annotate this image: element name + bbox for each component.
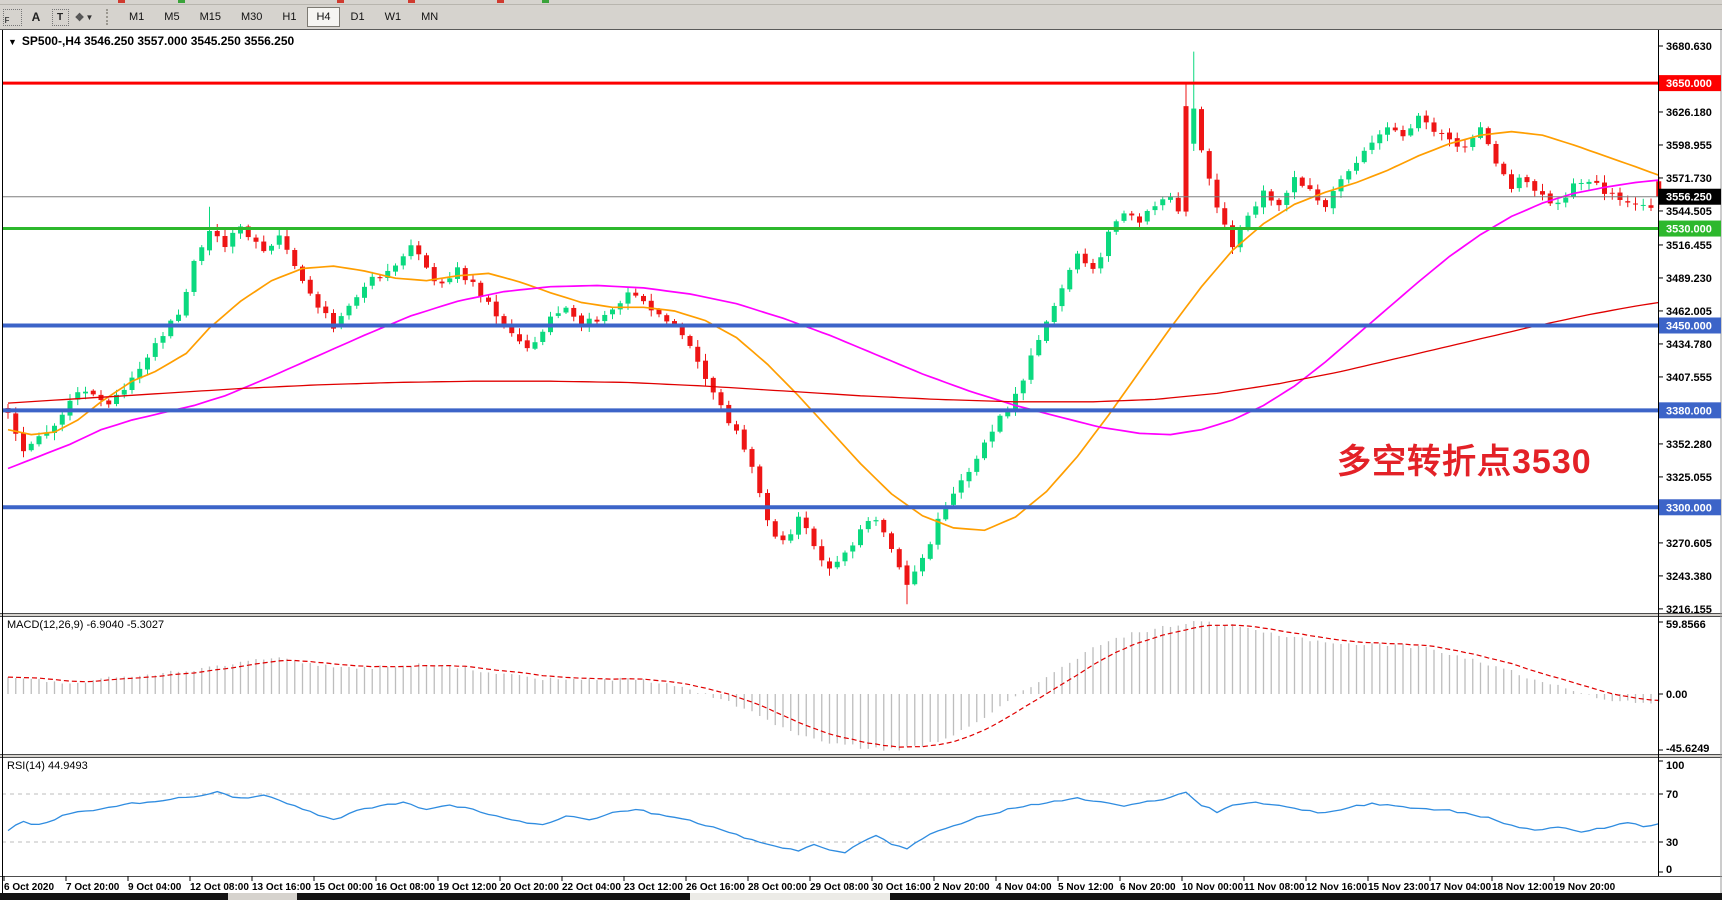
svg-text:6 Oct 2020: 6 Oct 2020	[4, 882, 54, 893]
svg-text:3462.005: 3462.005	[1666, 306, 1712, 318]
bottom-strip-gap	[228, 893, 297, 900]
svg-text:26 Oct 16:00: 26 Oct 16:00	[686, 882, 745, 893]
svg-text:18 Nov 12:00: 18 Nov 12:00	[1492, 882, 1554, 893]
svg-text:6 Nov 20:00: 6 Nov 20:00	[1120, 882, 1176, 893]
svg-text:3380.000: 3380.000	[1666, 405, 1712, 417]
svg-text:10 Nov 00:00: 10 Nov 00:00	[1182, 882, 1244, 893]
svg-text:3243.380: 3243.380	[1666, 571, 1712, 583]
svg-text:3300.000: 3300.000	[1666, 502, 1712, 514]
svg-text:3450.000: 3450.000	[1666, 320, 1712, 332]
rsi-panel: 100 70 30 0	[2, 760, 1684, 876]
svg-text:3489.230: 3489.230	[1666, 273, 1712, 285]
svg-text:0.00: 0.00	[1666, 689, 1687, 701]
svg-text:11 Nov 08:00: 11 Nov 08:00	[1244, 882, 1305, 893]
svg-text:3325.055: 3325.055	[1666, 472, 1712, 484]
time-axis[interactable]: 6 Oct 2020 7 Oct 20:00 9 Oct 04:00 12 Oct 0…	[4, 876, 1616, 893]
svg-text:3680.630: 3680.630	[1666, 41, 1712, 53]
svg-text:29 Oct 08:00: 29 Oct 08:00	[810, 882, 869, 893]
timeframe-button-mn[interactable]: MN	[412, 7, 447, 27]
svg-text:3270.605: 3270.605	[1666, 538, 1712, 550]
svg-text:22 Oct 04:00: 22 Oct 04:00	[562, 882, 621, 893]
timeframe-button-m5[interactable]: M5	[155, 7, 188, 27]
svg-text:3530.000: 3530.000	[1666, 224, 1712, 236]
svg-text:3598.955: 3598.955	[1666, 140, 1712, 152]
rsi-indicator-label: RSI(14) 44.9493	[7, 760, 88, 772]
chinese-annotation-text[interactable]: 多空转折点3530	[1337, 434, 1592, 483]
svg-text:100: 100	[1666, 760, 1684, 772]
svg-text:3516.455: 3516.455	[1666, 240, 1712, 252]
arrows-tool-icon[interactable]: ❖ ▼	[73, 7, 95, 27]
text-tool-icon[interactable]: A	[25, 7, 47, 27]
price-axis[interactable]: 3680.630 3626.180 3598.955 3571.730 3544.505…	[1658, 41, 1721, 616]
text-label-glyph: T	[52, 9, 69, 26]
cutoff-bottom-strip	[0, 893, 1722, 900]
svg-text:5 Nov 12:00: 5 Nov 12:00	[1058, 882, 1114, 893]
svg-text:16 Oct 08:00: 16 Oct 08:00	[376, 882, 435, 893]
arrows-tool-glyph: ❖	[75, 11, 85, 24]
svg-text:28 Oct 00:00: 28 Oct 00:00	[748, 882, 807, 893]
svg-text:3434.780: 3434.780	[1666, 339, 1712, 351]
svg-text:15 Nov 23:00: 15 Nov 23:00	[1368, 882, 1430, 893]
bottom-strip-tab	[690, 893, 890, 900]
svg-text:17 Nov 04:00: 17 Nov 04:00	[1430, 882, 1492, 893]
svg-text:15 Oct 00:00: 15 Oct 00:00	[314, 882, 373, 893]
timeframe-button-m30[interactable]: M30	[232, 7, 271, 27]
rsi-line	[8, 792, 1659, 853]
svg-text:3650.000: 3650.000	[1666, 78, 1712, 90]
macd-indicator-label: MACD(12,26,9) -6.9040 -5.3027	[7, 619, 164, 631]
fibonacci-tool-icon[interactable]: F	[1, 7, 23, 27]
svg-text:12 Nov 16:00: 12 Nov 16:00	[1306, 882, 1368, 893]
chart-title: ▼ SP500-,H4 3546.250 3557.000 3545.250 35…	[8, 34, 294, 48]
toolbar-grip[interactable]	[106, 9, 111, 25]
chevron-down-icon[interactable]: ▼	[85, 13, 93, 22]
svg-text:3556.250: 3556.250	[1666, 192, 1712, 204]
svg-text:0: 0	[1666, 864, 1672, 876]
svg-text:7 Oct 20:00: 7 Oct 20:00	[66, 882, 120, 893]
svg-text:19 Oct 12:00: 19 Oct 12:00	[438, 882, 497, 893]
svg-text:3216.155: 3216.155	[1666, 604, 1712, 616]
svg-text:-45.6249: -45.6249	[1666, 743, 1709, 755]
timeframe-button-m15[interactable]: M15	[191, 7, 230, 27]
timeframe-button-group: M1M5M15M30H1H4D1W1MN	[119, 7, 448, 27]
text-label-tool-icon[interactable]: T	[49, 7, 71, 27]
svg-text:3626.180: 3626.180	[1666, 107, 1712, 119]
svg-text:19 Nov 20:00: 19 Nov 20:00	[1554, 882, 1616, 893]
timeframe-button-h4[interactable]: H4	[307, 7, 339, 27]
svg-text:4 Nov 04:00: 4 Nov 04:00	[996, 882, 1052, 893]
toolbar: F A T ❖ ▼ M1M5M15M30H1H4D1W1MN	[0, 5, 1722, 30]
svg-text:13 Oct 16:00: 13 Oct 16:00	[252, 882, 311, 893]
chart-title-text: SP500-,H4 3546.250 3557.000 3545.250 355…	[22, 34, 294, 48]
timeframe-button-m1[interactable]: M1	[120, 7, 153, 27]
timeframe-button-w1[interactable]: W1	[376, 7, 411, 27]
chart-window: 59.8566 0.00 -45.6249 100 70 30 0 3680.630 3626.…	[0, 29, 1722, 894]
candlesticks	[6, 52, 1662, 605]
timeframe-button-d1[interactable]: D1	[342, 7, 374, 27]
svg-text:3407.555: 3407.555	[1666, 372, 1712, 384]
fibonacci-tool-glyph: F	[3, 9, 22, 26]
ma-red	[8, 303, 1659, 404]
svg-text:20 Oct 20:00: 20 Oct 20:00	[500, 882, 559, 893]
svg-text:3352.280: 3352.280	[1666, 439, 1712, 451]
svg-text:30 Oct 16:00: 30 Oct 16:00	[872, 882, 931, 893]
svg-text:9 Oct 04:00: 9 Oct 04:00	[128, 882, 182, 893]
timeframe-button-h1[interactable]: H1	[273, 7, 305, 27]
svg-text:12 Oct 08:00: 12 Oct 08:00	[190, 882, 249, 893]
text-tool-glyph: A	[32, 10, 41, 24]
svg-text:70: 70	[1666, 789, 1678, 801]
svg-text:23 Oct 12:00: 23 Oct 12:00	[624, 882, 683, 893]
svg-text:3571.730: 3571.730	[1666, 173, 1712, 185]
svg-text:59.8566: 59.8566	[1666, 619, 1706, 631]
svg-text:30: 30	[1666, 837, 1678, 849]
collapse-triangle-icon[interactable]: ▼	[8, 37, 17, 47]
svg-text:2 Nov 20:00: 2 Nov 20:00	[934, 882, 990, 893]
macd-panel: 59.8566 0.00 -45.6249	[8, 619, 1709, 755]
svg-text:3544.505: 3544.505	[1666, 206, 1712, 218]
